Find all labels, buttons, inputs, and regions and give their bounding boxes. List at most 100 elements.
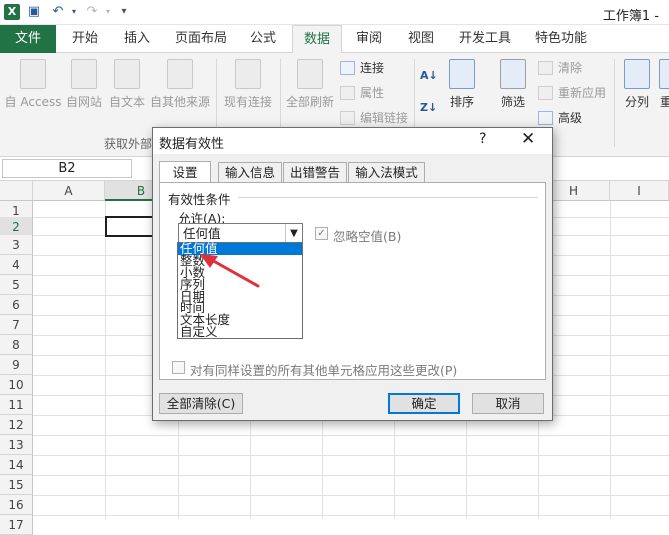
- clear-all-button[interactable]: 全部清除(C): [159, 393, 243, 414]
- tab-input-message[interactable]: 输入信息: [218, 162, 282, 182]
- tab-home[interactable]: 开始: [62, 25, 108, 53]
- row-header[interactable]: 14: [0, 455, 33, 475]
- row-header[interactable]: 16: [0, 495, 33, 515]
- tab-file[interactable]: 文件: [0, 25, 56, 53]
- group-label-get-external: 获取外部: [104, 137, 153, 151]
- workbook-title: 工作簿1 -: [602, 9, 659, 24]
- reapply-icon: [538, 86, 553, 100]
- properties-button[interactable]: 属性: [340, 84, 384, 102]
- column-header[interactable]: A: [33, 181, 105, 201]
- text-file-icon: [114, 59, 140, 89]
- chevron-down-icon[interactable]: ▼: [285, 224, 302, 243]
- row-header[interactable]: 5: [0, 275, 33, 295]
- from-other-sources-button[interactable]: 自其他来源: [148, 59, 212, 110]
- tab-page-layout[interactable]: 页面布局: [168, 25, 234, 53]
- tab-special[interactable]: 特色功能: [528, 25, 594, 53]
- dialog-titlebar[interactable]: 数据有效性 ? ✕: [153, 128, 552, 154]
- title-bar: X ▣ ↶ ▾ ↷ ▾ ▾ 工作簿1 -: [0, 0, 669, 25]
- section-divider: [238, 197, 538, 198]
- filter-button[interactable]: 筛选: [496, 59, 530, 110]
- remove-duplicates-button[interactable]: 重: [656, 59, 669, 110]
- row-header[interactable]: 12: [0, 415, 33, 435]
- row-header[interactable]: 9: [0, 355, 33, 375]
- redo-icon[interactable]: ↷: [84, 4, 100, 20]
- list-item[interactable]: 自定义: [178, 326, 302, 338]
- row-header[interactable]: 17: [0, 515, 33, 535]
- advanced-filter-icon: [538, 111, 553, 125]
- ignore-blank-checkbox[interactable]: ✓ 忽略空值(B): [315, 226, 401, 245]
- undo-dropdown-icon[interactable]: ▾: [66, 4, 82, 20]
- allow-select-value: 任何值: [183, 226, 221, 241]
- tab-review[interactable]: 审阅: [346, 25, 392, 53]
- column-header[interactable]: I: [610, 181, 669, 201]
- clear-filter-button[interactable]: 清除: [538, 59, 582, 77]
- row-header[interactable]: 6: [0, 295, 33, 315]
- from-access-button[interactable]: 自 Access: [4, 59, 62, 110]
- row-header[interactable]: 8: [0, 335, 33, 355]
- existing-connections-button[interactable]: 现有连接: [220, 59, 276, 110]
- row-header[interactable]: 13: [0, 435, 33, 455]
- tab-view[interactable]: 视图: [398, 25, 444, 53]
- from-web-button[interactable]: 自网站: [62, 59, 106, 110]
- apply-to-all-checkbox[interactable]: 对有同样设置的所有其他单元格应用这些更改(P): [172, 360, 457, 379]
- access-icon: [20, 59, 46, 89]
- row-header[interactable]: 11: [0, 395, 33, 415]
- undo-icon[interactable]: ↶: [50, 4, 66, 20]
- existing-connections-icon: [235, 59, 261, 89]
- cancel-button[interactable]: 取消: [472, 393, 544, 414]
- customize-qat-icon[interactable]: ▾: [116, 4, 132, 20]
- checkbox-unchecked-icon: [172, 361, 185, 374]
- gridline: [33, 515, 669, 516]
- tab-ime-mode[interactable]: 输入法模式: [348, 162, 425, 182]
- tab-error-alert[interactable]: 出错警告: [283, 162, 347, 182]
- redo-dropdown-icon[interactable]: ▾: [100, 4, 116, 20]
- tab-developer[interactable]: 开发工具: [452, 25, 518, 53]
- advanced-filter-button[interactable]: 高级: [538, 109, 582, 127]
- row-header[interactable]: 3: [0, 235, 33, 255]
- gridline: [33, 495, 669, 496]
- edit-links-button[interactable]: 编辑链接: [340, 109, 408, 127]
- from-text-button[interactable]: 自文本: [106, 59, 148, 110]
- row-header[interactable]: 2: [0, 217, 33, 237]
- dialog-title: 数据有效性: [159, 137, 225, 152]
- validation-criteria-heading: 有效性条件: [168, 192, 231, 207]
- gridline: [33, 435, 669, 436]
- row-header[interactable]: 7: [0, 315, 33, 335]
- web-icon: [71, 59, 97, 89]
- close-icon[interactable]: ✕: [521, 129, 535, 149]
- gridline: [33, 475, 669, 476]
- apply-to-all-label: 对有同样设置的所有其他单元格应用这些更改(P): [190, 363, 458, 378]
- refresh-icon: [297, 59, 323, 89]
- refresh-all-button[interactable]: 全部刷新: [284, 59, 336, 110]
- row-header[interactable]: 10: [0, 375, 33, 395]
- tab-formulas[interactable]: 公式: [240, 25, 286, 53]
- excel-logo-icon: X: [4, 4, 20, 20]
- properties-icon: [340, 86, 355, 100]
- help-button[interactable]: ?: [479, 131, 486, 147]
- text-to-columns-button[interactable]: 分列: [618, 59, 656, 110]
- checkbox-checked-icon: ✓: [315, 227, 328, 240]
- sort-icon: [449, 59, 475, 89]
- sort-descending-icon[interactable]: Z↓: [420, 99, 442, 123]
- gridline: [33, 455, 669, 456]
- text-to-columns-icon: [624, 59, 650, 89]
- save-icon[interactable]: ▣: [26, 4, 42, 20]
- reapply-button[interactable]: 重新应用: [538, 84, 606, 102]
- ok-button[interactable]: 确定: [388, 393, 460, 414]
- tab-settings[interactable]: 设置: [159, 161, 211, 182]
- sort-ascending-icon[interactable]: A↓: [420, 67, 442, 91]
- gridline: [105, 201, 106, 519]
- row-header[interactable]: 4: [0, 255, 33, 275]
- tab-data[interactable]: 数据: [292, 25, 342, 54]
- row-header[interactable]: 15: [0, 475, 33, 495]
- select-all-corner[interactable]: [0, 181, 33, 201]
- name-box[interactable]: B2: [2, 159, 132, 178]
- ribbon-separator: [614, 59, 615, 147]
- tab-insert[interactable]: 插入: [114, 25, 160, 53]
- other-sources-icon: [167, 59, 193, 89]
- connections-button[interactable]: 连接: [340, 59, 384, 77]
- annotation-arrow-icon: [200, 254, 260, 288]
- ribbon-tabs: 文件 开始 插入 页面布局 公式 数据 审阅 视图 开发工具 特色功能: [0, 25, 669, 54]
- sort-button[interactable]: 排序: [446, 59, 478, 110]
- gridline: [610, 201, 611, 519]
